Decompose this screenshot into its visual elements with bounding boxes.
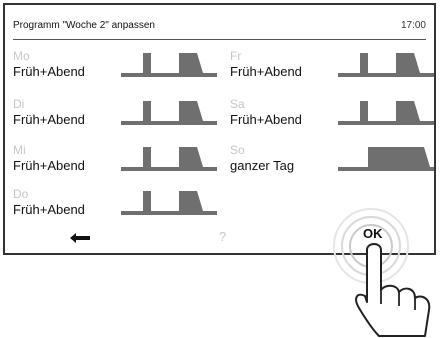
help-button[interactable]: ? bbox=[219, 229, 226, 244]
schedule-profile-graph bbox=[121, 101, 217, 125]
clock: 17:00 bbox=[400, 20, 426, 31]
day-mode: Früh+Abend bbox=[13, 158, 85, 173]
back-arrow-icon bbox=[70, 233, 90, 243]
day-mode: Früh+Abend bbox=[230, 64, 302, 79]
day-name: Fr bbox=[230, 49, 242, 63]
page-title: Programm "Woche 2" anpassen bbox=[13, 20, 155, 31]
tap-hand-icon bbox=[355, 243, 431, 337]
header-bar: Programm "Woche 2" anpassen 17:00 bbox=[5, 5, 434, 39]
day-mode: Früh+Abend bbox=[13, 202, 85, 217]
day-row-mi[interactable]: Mi Früh+Abend bbox=[13, 143, 218, 185]
back-button[interactable] bbox=[65, 229, 95, 247]
schedule-profile-graph bbox=[338, 53, 434, 77]
day-mode: Früh+Abend bbox=[230, 112, 302, 127]
day-name: Mo bbox=[13, 49, 30, 63]
day-row-fr[interactable]: Fr Früh+Abend bbox=[230, 49, 435, 91]
day-row-mo[interactable]: Mo Früh+Abend bbox=[13, 49, 218, 91]
day-row-so[interactable]: So ganzer Tag bbox=[230, 143, 435, 185]
header-divider bbox=[13, 39, 426, 40]
schedule-profile-graph bbox=[338, 101, 434, 125]
day-name: Di bbox=[13, 97, 25, 111]
schedule-profile-graph bbox=[121, 191, 217, 215]
day-name: So bbox=[230, 143, 245, 157]
day-name: Sa bbox=[230, 97, 245, 111]
day-mode: Früh+Abend bbox=[13, 64, 85, 79]
day-mode: Früh+Abend bbox=[13, 112, 85, 127]
day-name: Mi bbox=[13, 143, 26, 157]
day-name: Do bbox=[13, 187, 29, 201]
day-row-di[interactable]: Di Früh+Abend bbox=[13, 97, 218, 139]
day-mode: ganzer Tag bbox=[230, 158, 295, 173]
day-row-sa[interactable]: Sa Früh+Abend bbox=[230, 97, 435, 139]
schedule-profile-graph bbox=[338, 147, 434, 171]
schedule-profile-graph bbox=[121, 147, 217, 171]
schedule-profile-graph bbox=[121, 53, 217, 77]
